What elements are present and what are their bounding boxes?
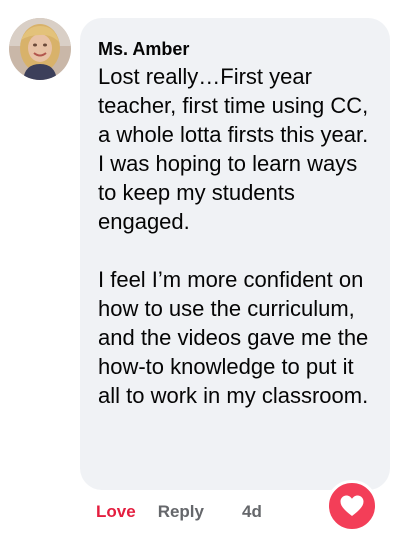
avatar[interactable] bbox=[9, 18, 71, 80]
comment-actions: Love Reply 4d bbox=[96, 500, 262, 524]
comment-body: Lost really…First year teacher, first ti… bbox=[98, 62, 372, 410]
avatar-photo bbox=[9, 18, 71, 80]
comment-bubble: Ms. Amber Lost really…First year teacher… bbox=[80, 18, 390, 490]
comment-paragraph: Lost really…First year teacher, first ti… bbox=[98, 64, 369, 234]
love-button[interactable]: Love bbox=[96, 502, 136, 522]
comment-timestamp[interactable]: 4d bbox=[242, 502, 262, 522]
reply-button[interactable]: Reply bbox=[158, 502, 204, 522]
comment-author[interactable]: Ms. Amber bbox=[98, 38, 372, 60]
reaction-badge[interactable] bbox=[326, 480, 378, 532]
heart-icon bbox=[340, 495, 364, 516]
comment-paragraph: I feel I’m more confident on how to use … bbox=[98, 267, 369, 408]
comment-container: Ms. Amber Lost really…First year teacher… bbox=[0, 0, 400, 540]
